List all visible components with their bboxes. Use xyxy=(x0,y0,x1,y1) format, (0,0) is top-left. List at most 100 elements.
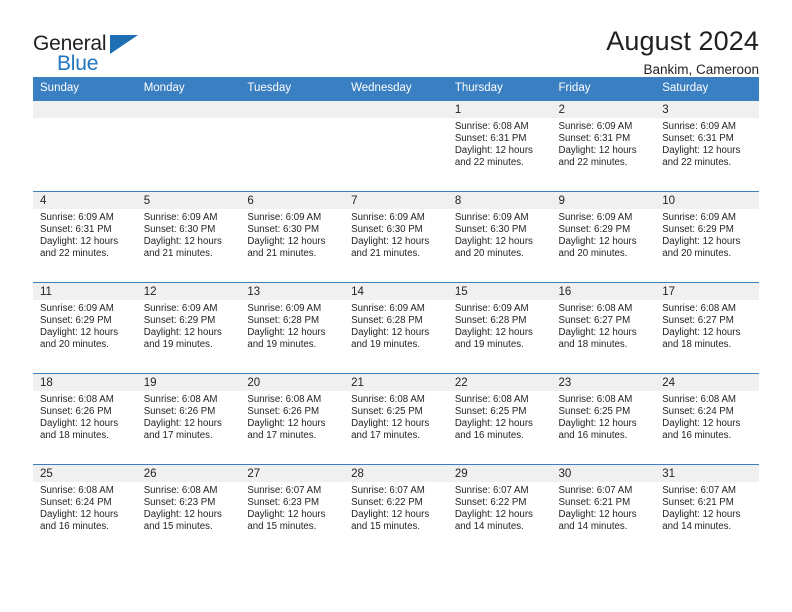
day-number: 21 xyxy=(344,374,448,391)
daylight-text-line1: Daylight: 12 hours xyxy=(662,418,741,430)
day-number: 13 xyxy=(240,283,345,300)
daylight-text-line2: and 20 minutes. xyxy=(454,248,524,260)
day-details: Sunrise: 6:07 AM Sunset: 6:22 PM Daylight:… xyxy=(344,482,448,533)
calendar-day-cell[interactable]: 19 Sunrise: 6:08 AM Sunset: 6:26 PM Dayligh… xyxy=(136,373,241,465)
sunrise-text: Sunrise: 6:08 AM xyxy=(351,394,425,405)
daylight-text-line2: and 16 minutes. xyxy=(662,430,732,442)
calendar-day-cell[interactable]: 25 Sunrise: 6:08 AM Sunset: 6:24 PM Dayligh… xyxy=(33,464,137,555)
calendar-day-cell[interactable]: 2 Sunrise: 6:09 AM Sunset: 6:31 PM Daylight… xyxy=(551,100,656,192)
calendar-day-cell[interactable]: 16 Sunrise: 6:08 AM Sunset: 6:27 PM Dayligh… xyxy=(551,282,656,374)
day-details: Sunrise: 6:08 AM Sunset: 6:24 PM Daylight:… xyxy=(33,482,137,533)
calendar-day-cell[interactable]: 7 Sunrise: 6:09 AM Sunset: 6:30 PM Daylight… xyxy=(344,191,448,283)
sunrise-text: Sunrise: 6:08 AM xyxy=(247,394,322,405)
sunset-text: Sunset: 6:23 PM xyxy=(143,497,216,509)
daylight-text-line1: Daylight: 12 hours xyxy=(143,327,222,339)
calendar-day-cell[interactable]: 5 Sunrise: 6:09 AM Sunset: 6:30 PM Daylight… xyxy=(136,191,241,283)
day-number: 23 xyxy=(551,374,656,391)
day-details: Sunrise: 6:08 AM Sunset: 6:25 PM Daylight:… xyxy=(344,391,448,442)
calendar-day-cell[interactable]: 11 Sunrise: 6:09 AM Sunset: 6:29 PM Dayligh… xyxy=(33,282,137,374)
calendar-day-cell[interactable]: 6 Sunrise: 6:09 AM Sunset: 6:30 PM Daylight… xyxy=(240,191,345,283)
sunset-text: Sunset: 6:30 PM xyxy=(143,224,216,236)
calendar-day-cell[interactable]: 31 Sunrise: 6:07 AM Sunset: 6:21 PM Dayligh… xyxy=(655,464,759,555)
daylight-text-line1: Daylight: 12 hours xyxy=(40,509,119,521)
day-details: Sunrise: 6:09 AM Sunset: 6:28 PM Daylight:… xyxy=(448,300,552,351)
calendar-day-cell[interactable]: 15 Sunrise: 6:09 AM Sunset: 6:28 PM Dayligh… xyxy=(447,282,552,374)
daylight-text-line1: Daylight: 12 hours xyxy=(558,236,637,248)
calendar-week-row: 4 Sunrise: 6:09 AM Sunset: 6:31 PM Daylight… xyxy=(33,191,759,283)
sunrise-text: Sunrise: 6:09 AM xyxy=(351,212,425,223)
day-number: 14 xyxy=(344,283,448,300)
day-number: 3 xyxy=(655,101,759,118)
calendar-day-cell[interactable]: 1 Sunrise: 6:08 AM Sunset: 6:31 PM Daylight… xyxy=(447,100,552,192)
sunrise-text: Sunrise: 6:09 AM xyxy=(143,212,218,223)
calendar-week-row: 18 Sunrise: 6:08 AM Sunset: 6:26 PM Dayligh… xyxy=(33,373,759,465)
sunrise-text: Sunrise: 6:08 AM xyxy=(662,394,736,405)
calendar-day-cell[interactable]: 10 Sunrise: 6:09 AM Sunset: 6:29 PM Dayligh… xyxy=(655,191,759,283)
sunrise-text: Sunrise: 6:09 AM xyxy=(454,212,529,223)
sunrise-text: Sunrise: 6:09 AM xyxy=(351,303,425,314)
day-number: 6 xyxy=(240,192,345,209)
calendar-day-cell[interactable]: 18 Sunrise: 6:08 AM Sunset: 6:26 PM Dayligh… xyxy=(33,373,137,465)
calendar-day-cell[interactable]: 13 Sunrise: 6:09 AM Sunset: 6:28 PM Dayligh… xyxy=(240,282,345,374)
calendar-day-cell[interactable]: 8 Sunrise: 6:09 AM Sunset: 6:30 PM Daylight… xyxy=(447,191,552,283)
day-number xyxy=(33,101,137,118)
calendar-cell-empty xyxy=(240,100,345,192)
calendar-day-cell[interactable]: 22 Sunrise: 6:08 AM Sunset: 6:25 PM Dayligh… xyxy=(447,373,552,465)
day-details: Sunrise: 6:08 AM Sunset: 6:26 PM Daylight:… xyxy=(137,391,241,442)
day-number: 8 xyxy=(447,192,552,209)
weekday-header-wednesday: Wednesday xyxy=(344,77,448,101)
calendar-day-cell[interactable]: 12 Sunrise: 6:09 AM Sunset: 6:29 PM Dayligh… xyxy=(136,282,241,374)
calendar-day-cell[interactable]: 9 Sunrise: 6:09 AM Sunset: 6:29 PM Daylight… xyxy=(551,191,656,283)
day-number: 20 xyxy=(240,374,345,391)
day-details: Sunrise: 6:09 AM Sunset: 6:31 PM Daylight:… xyxy=(552,118,656,169)
calendar-day-cell[interactable]: 27 Sunrise: 6:07 AM Sunset: 6:23 PM Dayligh… xyxy=(240,464,345,555)
day-details: Sunrise: 6:08 AM Sunset: 6:27 PM Daylight:… xyxy=(655,300,759,351)
daylight-text-line2: and 22 minutes. xyxy=(662,157,732,169)
calendar-table: Sunday Monday Tuesday Wednesday Thursday… xyxy=(33,77,759,555)
calendar-day-cell[interactable]: 20 Sunrise: 6:08 AM Sunset: 6:26 PM Dayligh… xyxy=(240,373,345,465)
calendar-day-cell[interactable]: 24 Sunrise: 6:08 AM Sunset: 6:24 PM Dayligh… xyxy=(655,373,759,465)
sunset-text: Sunset: 6:26 PM xyxy=(143,406,216,418)
sunset-text: Sunset: 6:24 PM xyxy=(662,406,734,418)
calendar-day-cell[interactable]: 23 Sunrise: 6:08 AM Sunset: 6:25 PM Dayligh… xyxy=(551,373,656,465)
calendar-day-cell[interactable]: 29 Sunrise: 6:07 AM Sunset: 6:22 PM Dayligh… xyxy=(447,464,552,555)
calendar-week-row: 25 Sunrise: 6:08 AM Sunset: 6:24 PM Dayligh… xyxy=(33,464,759,555)
daylight-text-line2: and 22 minutes. xyxy=(558,157,628,169)
daylight-text-line2: and 19 minutes. xyxy=(247,339,317,351)
sunset-text: Sunset: 6:31 PM xyxy=(40,224,112,236)
calendar-day-cell[interactable]: 21 Sunrise: 6:08 AM Sunset: 6:25 PM Dayligh… xyxy=(344,373,448,465)
sunrise-text: Sunrise: 6:09 AM xyxy=(558,121,633,132)
day-number: 31 xyxy=(655,465,759,482)
daylight-text-line1: Daylight: 12 hours xyxy=(454,418,533,430)
sunrise-text: Sunrise: 6:08 AM xyxy=(143,485,218,496)
sunrise-text: Sunrise: 6:09 AM xyxy=(247,212,322,223)
calendar-day-cell[interactable]: 4 Sunrise: 6:09 AM Sunset: 6:31 PM Daylight… xyxy=(33,191,137,283)
daylight-text-line2: and 20 minutes. xyxy=(558,248,628,260)
calendar-day-cell[interactable]: 14 Sunrise: 6:09 AM Sunset: 6:28 PM Dayligh… xyxy=(344,282,448,374)
weekday-header-thursday: Thursday xyxy=(447,77,552,101)
day-details: Sunrise: 6:09 AM Sunset: 6:29 PM Daylight:… xyxy=(655,209,759,260)
daylight-text-line2: and 17 minutes. xyxy=(351,430,421,442)
calendar-day-cell[interactable]: 3 Sunrise: 6:09 AM Sunset: 6:31 PM Daylight… xyxy=(655,100,759,192)
sunset-text: Sunset: 6:30 PM xyxy=(454,224,527,236)
sunrise-text: Sunrise: 6:09 AM xyxy=(247,303,322,314)
calendar-day-cell[interactable]: 17 Sunrise: 6:08 AM Sunset: 6:27 PM Dayligh… xyxy=(655,282,759,374)
sunrise-text: Sunrise: 6:07 AM xyxy=(351,485,425,496)
calendar-day-cell[interactable]: 28 Sunrise: 6:07 AM Sunset: 6:22 PM Dayligh… xyxy=(344,464,448,555)
sunrise-text: Sunrise: 6:08 AM xyxy=(558,303,633,314)
general-blue-logo[interactable]: General Blue xyxy=(33,27,153,79)
sunset-text: Sunset: 6:28 PM xyxy=(454,315,527,327)
daylight-text-line1: Daylight: 12 hours xyxy=(558,145,637,157)
daylight-text-line1: Daylight: 12 hours xyxy=(351,327,430,339)
sunset-text: Sunset: 6:22 PM xyxy=(454,497,527,509)
day-number xyxy=(136,101,241,118)
sunset-text: Sunset: 6:31 PM xyxy=(558,133,631,145)
sunrise-text: Sunrise: 6:09 AM xyxy=(454,303,529,314)
day-number: 5 xyxy=(136,192,241,209)
daylight-text-line1: Daylight: 12 hours xyxy=(558,418,637,430)
daylight-text-line1: Daylight: 12 hours xyxy=(558,327,637,339)
calendar-day-cell[interactable]: 26 Sunrise: 6:08 AM Sunset: 6:23 PM Dayligh… xyxy=(136,464,241,555)
day-number: 19 xyxy=(136,374,241,391)
day-details: Sunrise: 6:09 AM Sunset: 6:31 PM Daylight:… xyxy=(33,209,137,260)
calendar-day-cell[interactable]: 30 Sunrise: 6:07 AM Sunset: 6:21 PM Dayligh… xyxy=(551,464,656,555)
